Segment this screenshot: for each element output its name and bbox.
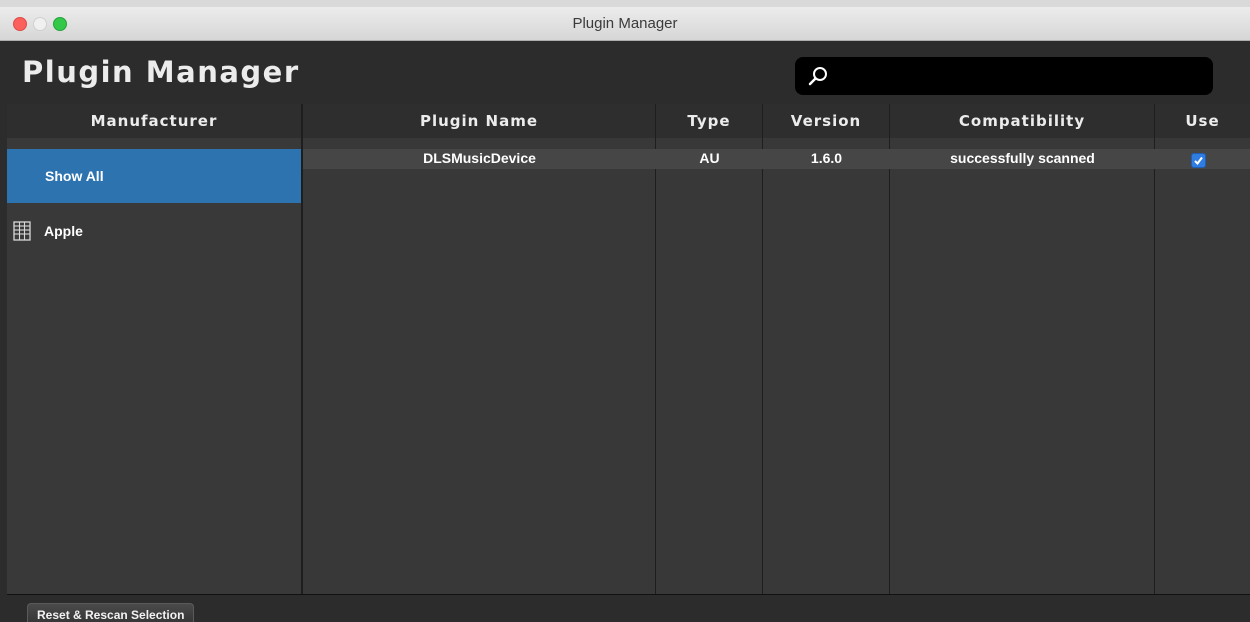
manufacturer-item-label: Show All (45, 168, 104, 184)
column-header-version[interactable]: Version (763, 104, 889, 138)
plugin-version-cell: 1.6.0 (810, 150, 843, 166)
use-checkbox[interactable] (1191, 153, 1206, 168)
column-plugin-name: Plugin Name (303, 104, 656, 594)
manufacturer-item-show-all[interactable]: Show All (7, 149, 301, 203)
search-input[interactable] (837, 61, 1201, 91)
column-version: Version (763, 104, 890, 594)
column-header-compatibility[interactable]: Compatibility (890, 104, 1154, 138)
column-header-use[interactable]: Use (1155, 104, 1250, 138)
checkmark-icon (1194, 156, 1203, 166)
content-panels: Manufacturer Show All Apple Plugin Name (7, 104, 1250, 595)
table-row[interactable]: DLSMusicDevice AU 1.6.0 successfully sca… (303, 149, 1250, 169)
window-title: Plugin Manager (572, 15, 678, 32)
plugins-table: Plugin Name Type Version Compatibility U… (303, 104, 1250, 594)
plugin-manager-window: Plugin Manager Plugin Manager Manufactur… (0, 7, 1250, 622)
manufacturer-panel: Manufacturer Show All Apple (7, 104, 303, 594)
plugin-name-cell: DLSMusicDevice (423, 150, 536, 166)
plugin-compatibility-cell: successfully scanned (950, 150, 1095, 166)
search-icon (808, 67, 827, 86)
plugin-use-cell (1155, 149, 1250, 169)
column-header-type[interactable]: Type (656, 104, 762, 138)
grid-icon (13, 221, 31, 241)
column-header-plugin-name[interactable]: Plugin Name (303, 104, 655, 138)
column-type: Type (656, 104, 763, 594)
plugin-type-cell: AU (699, 150, 720, 166)
reset-rescan-button[interactable]: Reset & Rescan Selection (27, 603, 195, 622)
footer: Reset & Rescan Selection (0, 595, 1250, 622)
manufacturer-header[interactable]: Manufacturer (7, 104, 301, 138)
column-compatibility: Compatibility (890, 104, 1155, 594)
window-titlebar[interactable]: Plugin Manager (0, 7, 1250, 41)
manufacturer-item-label: Apple (44, 223, 83, 239)
manufacturer-item-apple[interactable]: Apple (7, 219, 301, 243)
search-field[interactable] (795, 57, 1213, 95)
header: Plugin Manager (0, 41, 1250, 103)
page-title: Plugin Manager (22, 55, 300, 89)
column-use: Use (1155, 104, 1250, 594)
